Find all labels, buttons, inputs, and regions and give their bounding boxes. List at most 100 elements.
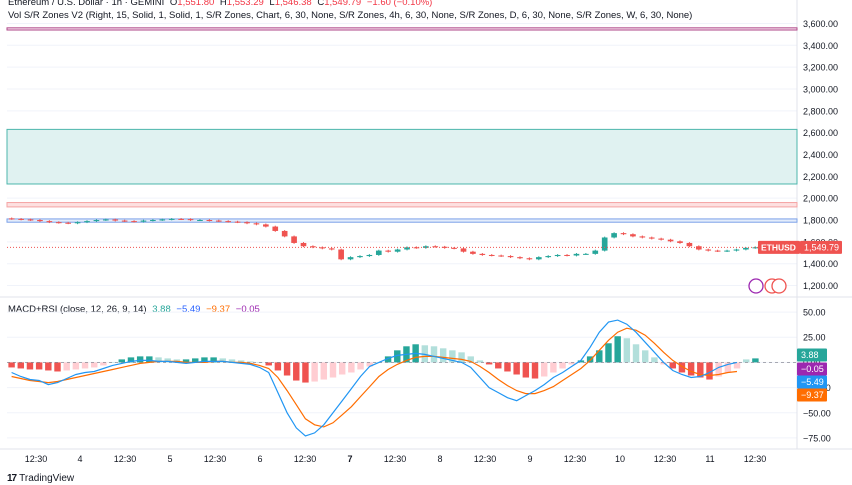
candle-body [394, 249, 401, 252]
histogram-bar [669, 362, 676, 369]
candle-body [150, 220, 156, 222]
time-tick-label: 8 [437, 454, 442, 464]
time-tick-label: 12:30 [114, 454, 137, 464]
sr-zone [6, 27, 798, 31]
histogram-bar [81, 362, 89, 369]
candle-body [338, 249, 344, 260]
candle-body [592, 250, 599, 254]
candle-body [328, 248, 335, 250]
candle-body [121, 220, 128, 222]
price-badge-text: 1,549.79 [804, 242, 839, 252]
histogram-bar [17, 362, 24, 369]
candle-body [140, 220, 147, 222]
price-tick-label: 2,000.00 [803, 194, 838, 204]
candle-body [479, 253, 486, 255]
histogram-bar [495, 362, 502, 369]
candle-body [27, 219, 34, 221]
time-tick-label: 9 [527, 454, 532, 464]
candle-body [620, 233, 627, 235]
sr-zone [6, 128, 798, 185]
candle-body [677, 241, 683, 243]
histogram-bar [357, 362, 364, 370]
candle-body [517, 257, 523, 259]
candle-body [8, 218, 15, 220]
candle-body [460, 248, 467, 252]
candle-body [300, 242, 307, 247]
candle-body [225, 221, 232, 223]
histogram-bar [8, 362, 15, 368]
histogram-bar [531, 362, 539, 379]
histogram-bar [605, 343, 612, 363]
histogram-bar [54, 362, 61, 372]
histogram-bar [614, 336, 621, 363]
histogram-bar [430, 346, 438, 363]
histogram-bar [458, 352, 465, 363]
tv-logo-icon: 17 [7, 473, 17, 484]
histogram-bar [283, 362, 291, 376]
time-tick-label: 12:30 [564, 454, 587, 464]
time-tick-label: 10 [615, 454, 625, 464]
candle-body [46, 221, 53, 223]
symbol-badge-text: ETHUSD [761, 242, 796, 252]
candle-body [291, 236, 297, 243]
candle-body [498, 255, 504, 257]
candle-body [215, 220, 222, 222]
time-tick-label: 12:30 [294, 454, 317, 464]
price-tick-label: 1,400.00 [803, 259, 838, 269]
candle-body [611, 233, 617, 238]
candle-body [554, 254, 561, 257]
histogram-bar [311, 362, 318, 382]
candle-body [451, 247, 457, 249]
candle-body [253, 223, 260, 225]
candle-body [206, 220, 213, 222]
candle-body [37, 220, 43, 222]
candle-body [93, 220, 100, 222]
histogram-bar [522, 362, 530, 378]
histogram-bar [476, 360, 484, 363]
candle-body [667, 239, 674, 242]
histogram-bar [550, 362, 557, 373]
histogram-bar [320, 362, 328, 380]
time-tick-label: 7 [347, 454, 352, 464]
candle-body [526, 258, 533, 260]
time-tick-label: 6 [257, 454, 262, 464]
candle-body [366, 254, 373, 257]
price-tick-label: 3,600.00 [803, 19, 838, 29]
candle-body [131, 221, 137, 223]
macd-value-badge-text: −0.05 [801, 364, 824, 374]
time-tick-label: 12:30 [384, 454, 407, 464]
candle-body [103, 219, 109, 221]
price-tick-label: 3,000.00 [803, 84, 838, 94]
time-tick-label: 12:30 [654, 454, 677, 464]
histogram-bar [651, 357, 658, 363]
price-tick-label: 3,400.00 [803, 41, 838, 51]
candle-body [601, 237, 608, 251]
histogram-bar [439, 348, 447, 363]
candle-body [178, 218, 184, 220]
time-tick-label: 12:30 [474, 454, 497, 464]
candle-body [347, 257, 354, 260]
candle-body [714, 250, 721, 252]
histogram-bar [265, 362, 272, 366]
histogram-bar [63, 362, 70, 371]
histogram-bar [632, 344, 640, 363]
candle-body [375, 250, 382, 255]
price-tick-label: 2,400.00 [803, 150, 838, 160]
candle-body [733, 249, 740, 251]
sr-zone [6, 202, 798, 208]
candle-body [564, 254, 570, 256]
time-tick-label: 12:30 [744, 454, 767, 464]
time-tick-label: 4 [77, 454, 82, 464]
candle-body [112, 219, 119, 221]
histogram-bar [348, 362, 355, 373]
candle-body [65, 222, 72, 224]
histogram-bar [752, 358, 759, 363]
macd-value-badge-text: −5.49 [801, 377, 824, 387]
candle-body [705, 249, 712, 251]
candle-body [488, 254, 495, 256]
price-chart[interactable]: 3,600.00 3,400.00 3,200.00 3,000.00 2,800.00… [0, 0, 852, 470]
price-tick-label: 2,800.00 [803, 106, 838, 116]
price-tick-label: 3,200.00 [803, 63, 838, 73]
histogram-bar [146, 356, 153, 363]
candle-body [658, 238, 664, 240]
